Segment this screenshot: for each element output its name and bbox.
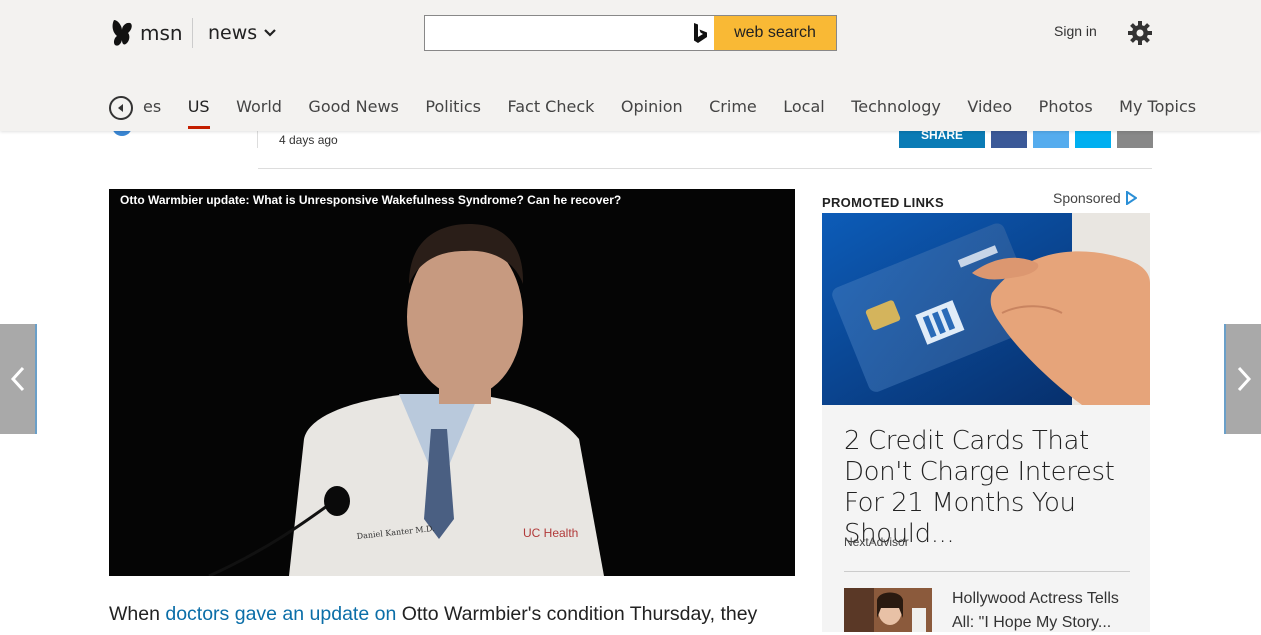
actress-photo <box>844 588 932 632</box>
ad-source: NextAdvisor <box>844 535 909 549</box>
sign-in-link[interactable]: Sign in <box>1054 23 1097 39</box>
section-label: news <box>208 22 258 44</box>
nav-item-my-topics[interactable]: My Topics <box>1119 94 1196 130</box>
previous-arrow-button[interactable] <box>0 324 37 434</box>
nav-bar: es US World Good News Politics Fact Chec… <box>109 94 1223 130</box>
msn-logo[interactable]: msn <box>110 18 183 48</box>
nav-item-politics[interactable]: Politics <box>425 94 481 130</box>
search-input[interactable] <box>425 16 686 50</box>
butterfly-icon <box>112 20 132 46</box>
promoted-links-heading: PROMOTED LINKS <box>822 195 944 210</box>
nav-item-local[interactable]: Local <box>783 94 824 130</box>
nav-item-es[interactable]: es <box>143 94 161 130</box>
play-left-icon <box>118 104 123 112</box>
gear-icon[interactable] <box>1127 20 1153 46</box>
video-title: Otto Warmbier update: What is Unresponsi… <box>120 193 622 207</box>
body-text-end: Otto Warmbier's condition Thursday, they <box>396 603 758 625</box>
nav-back-button[interactable] <box>109 96 133 120</box>
ad-image-credit-card[interactable] <box>822 213 1150 405</box>
ad2-thumbnail[interactable] <box>844 588 932 632</box>
article-timestamp: 4 days ago <box>279 133 338 147</box>
nav-item-photos[interactable]: Photos <box>1039 94 1093 130</box>
section-dropdown[interactable]: news <box>208 22 276 44</box>
nav-item-fact-check[interactable]: Fact Check <box>507 94 594 130</box>
nav-item-crime[interactable]: Crime <box>709 94 757 130</box>
sponsored-text: Sponsored <box>1053 190 1121 206</box>
logo-divider <box>192 18 193 48</box>
ad-headline[interactable]: 2 Credit Cards That Don't Charge Interes… <box>844 426 1144 550</box>
ad-choices-icon <box>1125 191 1137 205</box>
article-body-paragraph: When doctors gave an update on Otto Warm… <box>109 603 757 626</box>
nav-item-opinion[interactable]: Opinion <box>621 94 683 130</box>
search-bar: web search <box>424 15 837 51</box>
body-text-start: When <box>109 603 166 625</box>
meta-divider <box>257 131 258 148</box>
doctors-update-link[interactable]: doctors gave an update on <box>165 603 396 625</box>
web-search-button[interactable]: web search <box>714 16 836 50</box>
video-frame-doctor: Daniel Kanter M.D. UC Health <box>109 189 795 576</box>
credit-card-photo <box>822 213 1150 405</box>
nav-item-us[interactable]: US <box>187 94 210 130</box>
next-arrow-button[interactable] <box>1224 324 1261 434</box>
nav-item-technology[interactable]: Technology <box>851 94 941 130</box>
chevron-right-icon <box>1237 366 1251 392</box>
chevron-down-icon <box>264 29 276 37</box>
bing-icon <box>686 16 714 50</box>
ad2-headline[interactable]: Hollywood Actress Tells All: "I Hope My … <box>952 587 1142 635</box>
nav-item-good-news[interactable]: Good News <box>308 94 398 130</box>
ad-card[interactable]: 2 Credit Cards That Don't Charge Interes… <box>822 405 1150 632</box>
nav-item-world[interactable]: World <box>236 94 282 130</box>
ad-separator <box>844 571 1130 572</box>
svg-text:UC Health: UC Health <box>523 526 578 540</box>
chevron-left-icon <box>10 366 24 392</box>
sponsored-label[interactable]: Sponsored <box>1053 190 1137 206</box>
video-player[interactable]: Daniel Kanter M.D. UC Health Otto Warmbi… <box>109 189 795 576</box>
brand-name: msn <box>140 21 183 45</box>
site-header: msn news web search Sign in es US World … <box>0 0 1261 131</box>
divider-line <box>258 168 1152 169</box>
nav-item-video[interactable]: Video <box>967 94 1012 130</box>
